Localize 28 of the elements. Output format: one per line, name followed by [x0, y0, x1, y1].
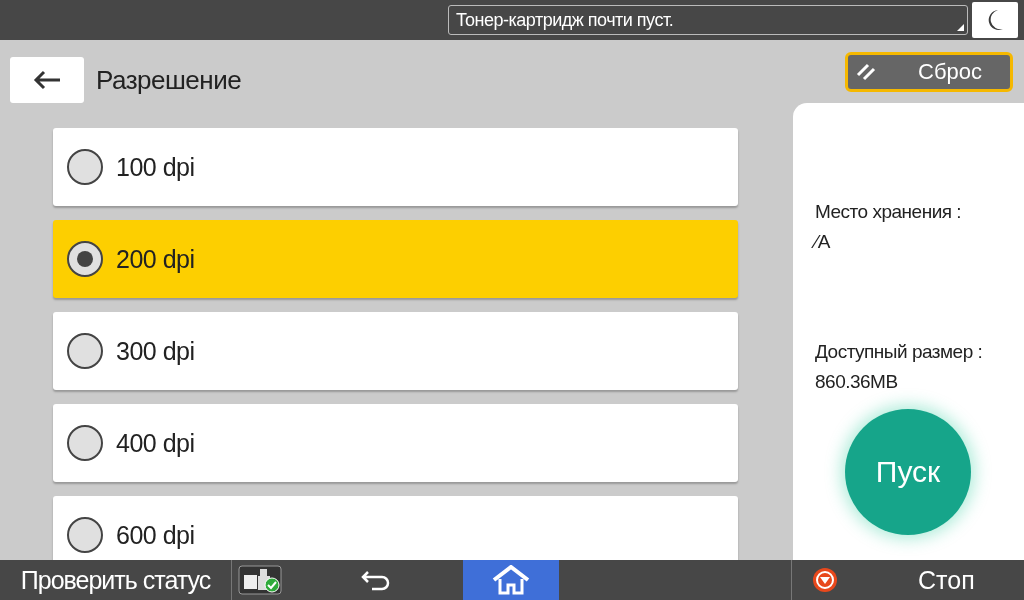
radio-button-icon: [66, 240, 104, 278]
undo-arrow-icon: [359, 569, 392, 591]
sd-card-status-icon: [238, 565, 282, 595]
resolution-option[interactable]: 200 dpi: [53, 220, 738, 298]
radio-button-icon: [66, 148, 104, 186]
moon-icon: [986, 9, 1004, 31]
back-arrow-icon: [32, 70, 62, 90]
size-label: Доступный размер :: [815, 340, 984, 364]
size-value: 860.36MB: [815, 370, 899, 394]
radio-button-icon: [66, 516, 104, 554]
resolution-option[interactable]: 300 dpi: [53, 312, 738, 390]
resolution-option[interactable]: 400 dpi: [53, 404, 738, 482]
check-status-button[interactable]: Проверить статус: [0, 560, 232, 600]
expand-corner-icon: [957, 24, 964, 31]
resolution-option[interactable]: 100 dpi: [53, 128, 738, 206]
page-title: Разрешение: [96, 64, 242, 96]
home-button[interactable]: [463, 560, 559, 600]
back-button[interactable]: [10, 57, 84, 103]
notification-bar[interactable]: Тонер-картридж почти пуст.: [448, 5, 968, 35]
resolution-option[interactable]: 600 dpi: [53, 496, 738, 560]
radio-button-icon: [66, 332, 104, 370]
reset-icon: [856, 62, 878, 81]
sleep-mode-button[interactable]: [972, 2, 1018, 38]
stop-icon: [812, 567, 838, 593]
home-icon: [492, 565, 530, 595]
reset-button[interactable]: Сброс: [845, 51, 1013, 92]
storage-label: Место хранения :: [815, 200, 963, 224]
radio-button-icon: [66, 424, 104, 462]
